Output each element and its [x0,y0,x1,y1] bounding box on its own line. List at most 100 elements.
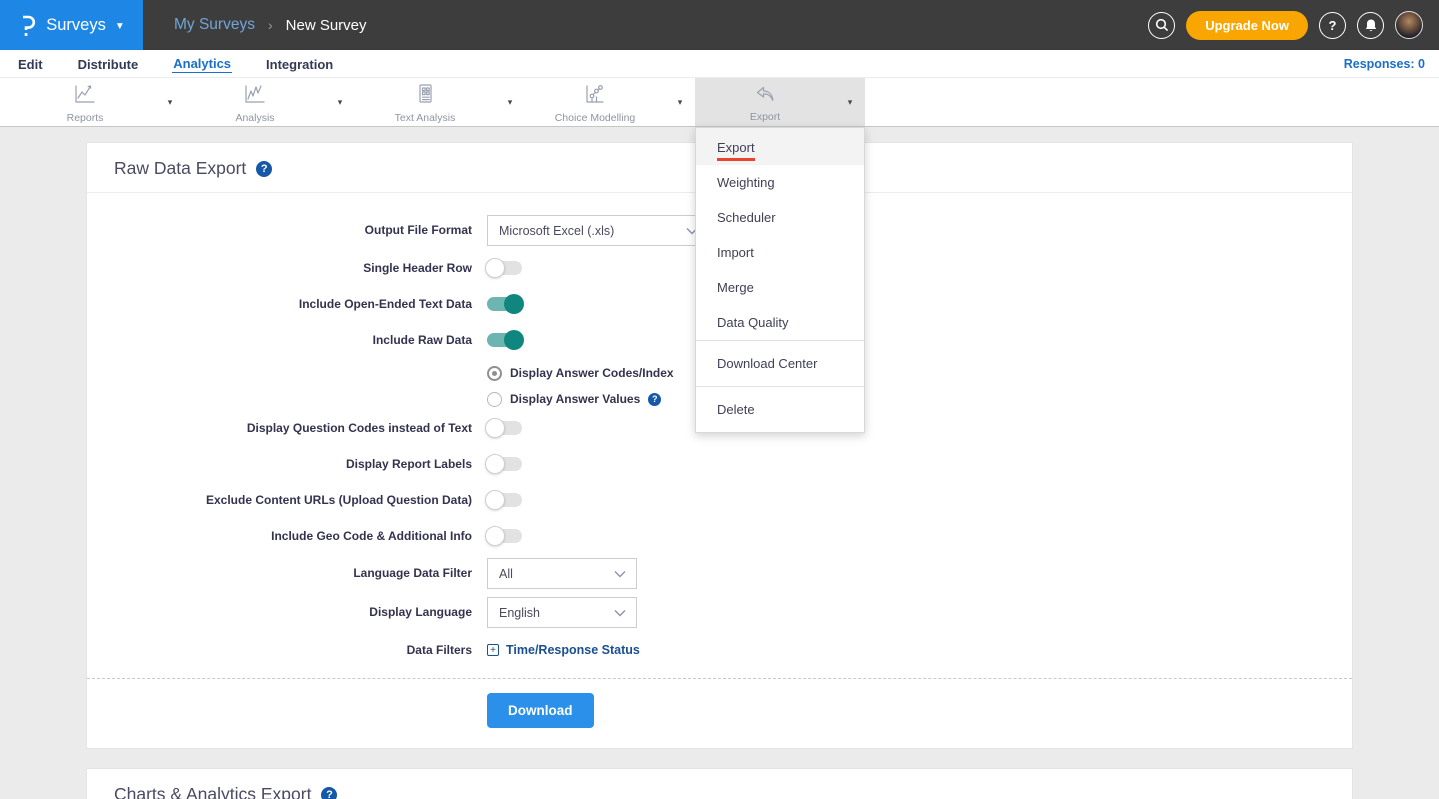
question-codes-toggle[interactable] [487,421,522,435]
report-labels-toggle[interactable] [487,457,522,471]
toolbar-item-export: Export ▾ [695,78,865,126]
reports-dropdown-caret[interactable]: ▾ [155,78,185,126]
language-filter-value: All [499,567,513,581]
question-codes-label: Display Question Codes instead of Text [87,421,472,436]
toggle-knob [504,330,524,350]
exclude-urls-toggle[interactable] [487,493,522,507]
export-label: Export [750,111,780,123]
charts-analytics-export-card: Charts & Analytics Export ? [86,768,1353,799]
chevron-down-icon [614,609,626,617]
output-format-label: Output File Format [87,223,472,238]
menu-item-import[interactable]: Import [696,235,864,270]
form-row-language-filter: Language Data Filter All [87,558,1352,589]
menu-item-download-center[interactable]: Download Center [696,340,864,386]
export-button[interactable]: Export [695,78,835,126]
answer-values-radio[interactable] [487,392,502,407]
form-row-geo-code: Include Geo Code & Additional Info [87,522,1352,550]
toggle-knob [504,294,524,314]
menu-item-weighting[interactable]: Weighting [696,165,864,200]
breadcrumb: My Surveys › New Survey [143,0,1148,50]
menu-item-merge[interactable]: Merge [696,270,864,305]
upgrade-now-button[interactable]: Upgrade Now [1186,11,1308,40]
tab-distribute[interactable]: Distribute [77,55,140,73]
tab-edit[interactable]: Edit [17,55,44,73]
choice-modelling-dropdown-caret[interactable]: ▾ [665,78,695,126]
analysis-button[interactable]: Analysis [185,78,325,126]
toolbar-item-reports: Reports ▾ [15,78,185,126]
breadcrumb-my-surveys[interactable]: My Surveys [174,16,255,34]
raw-data-export-footer: Download [87,679,1352,748]
display-language-label: Display Language [87,605,472,620]
language-filter-select[interactable]: All [487,558,637,589]
form-row-exclude-urls: Exclude Content URLs (Upload Question Da… [87,486,1352,514]
chevron-down-icon [614,570,626,578]
menu-item-export[interactable]: Export [696,128,864,165]
scatter-chart-icon [583,83,607,110]
user-avatar[interactable] [1395,11,1423,39]
menu-item-scheduler[interactable]: Scheduler [696,200,864,235]
display-language-select[interactable]: English [487,597,637,628]
toggle-knob [485,526,505,546]
page-title: Raw Data Export [114,158,246,179]
toggle-knob [485,454,505,474]
time-response-status-link[interactable]: + Time/Response Status [487,643,640,657]
analysis-label: Analysis [235,112,274,124]
answer-values-radio-label[interactable]: Display Answer Values [510,392,640,406]
form-row-data-filters: Data Filters + Time/Response Status [87,636,1352,664]
tab-analytics[interactable]: Analytics [172,54,232,73]
geo-code-label: Include Geo Code & Additional Info [87,529,472,544]
bell-icon [1364,18,1378,33]
data-filters-label: Data Filters [87,643,472,658]
menu-item-delete[interactable]: Delete [696,386,864,432]
download-button[interactable]: Download [487,693,594,728]
top-bar: Surveys ▼ My Surveys › New Survey Upgrad… [0,0,1439,50]
question-mark-icon: ? [1329,18,1337,33]
toggle-knob [485,490,505,510]
line-chart-icon [73,83,97,110]
language-filter-label: Language Data Filter [87,566,472,581]
search-button[interactable] [1148,12,1175,39]
menu-item-data-quality[interactable]: Data Quality [696,305,864,340]
analytics-toolbar: Reports ▾ Analysis ▾ Text Analysis ▾ Cho… [0,78,1439,127]
analysis-chart-icon [243,83,267,110]
form-row-report-labels: Display Report Labels [87,450,1352,478]
toggle-knob [485,258,505,278]
geo-code-toggle[interactable] [487,529,522,543]
help-badge-icon[interactable]: ? [321,787,337,799]
open-ended-toggle[interactable] [487,297,522,311]
export-dropdown-caret[interactable]: ▾ [835,78,865,126]
display-language-value: English [499,606,540,620]
form-row-display-language: Display Language English [87,597,1352,628]
charts-analytics-export-header: Charts & Analytics Export ? [87,769,1352,799]
toolbar-item-choice-modelling: Choice Modelling ▾ [525,78,695,126]
answer-codes-radio[interactable] [487,366,502,381]
export-dropdown-menu: Export Weighting Scheduler Import Merge … [695,127,865,433]
reports-button[interactable]: Reports [15,78,155,126]
app-menu-label: Surveys [46,16,106,35]
raw-data-toggle[interactable] [487,333,522,347]
output-format-select[interactable]: Microsoft Excel (.xls) [487,215,709,246]
help-badge-icon[interactable]: ? [648,393,661,406]
notifications-button[interactable] [1357,12,1384,39]
top-actions: Upgrade Now ? [1148,0,1439,50]
section-title: Charts & Analytics Export [114,784,311,799]
tab-integration[interactable]: Integration [265,55,334,73]
answer-codes-radio-label[interactable]: Display Answer Codes/Index [510,366,674,380]
help-badge-icon[interactable]: ? [256,161,272,177]
text-analysis-dropdown-caret[interactable]: ▾ [495,78,525,126]
questionpro-logo-icon [18,14,37,37]
chevron-down-icon: ▼ [115,19,125,32]
help-button[interactable]: ? [1319,12,1346,39]
choice-modelling-label: Choice Modelling [555,112,636,124]
raw-data-label: Include Raw Data [87,333,472,348]
radio-dot [492,371,497,376]
toolbar-item-analysis: Analysis ▾ [185,78,355,126]
choice-modelling-button[interactable]: Choice Modelling [525,78,665,126]
single-header-toggle[interactable] [487,261,522,275]
analysis-dropdown-caret[interactable]: ▾ [325,78,355,126]
text-analysis-button[interactable]: Text Analysis [355,78,495,126]
toolbar-item-text-analysis: Text Analysis ▾ [355,78,525,126]
report-labels-label: Display Report Labels [87,457,472,472]
breadcrumb-separator: › [268,17,273,33]
app-menu-surveys[interactable]: Surveys ▼ [0,0,143,50]
